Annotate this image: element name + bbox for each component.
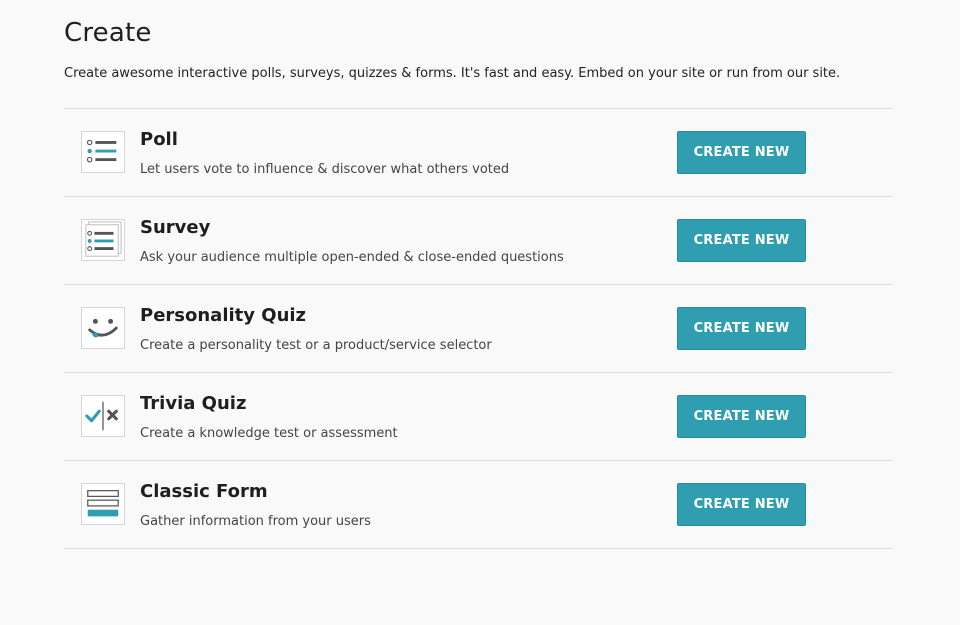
page-subtitle: Create awesome interactive polls, survey…: [64, 66, 841, 81]
create-survey-button[interactable]: CREATE NEW: [677, 219, 806, 262]
check-cross-icon: [81, 395, 125, 437]
list-item-trivia-quiz: Trivia Quiz Create a knowledge test or a…: [64, 373, 892, 461]
form-fields-icon: [81, 483, 125, 525]
item-title: Classic Form: [140, 481, 268, 502]
list-item-classic-form: Classic Form Gather information from you…: [64, 461, 892, 549]
item-title: Personality Quiz: [140, 305, 307, 326]
list-item-survey: Survey Ask your audience multiple open-e…: [64, 197, 892, 285]
item-description: Gather information from your users: [140, 514, 371, 529]
smiley-face-icon: [81, 307, 125, 349]
item-description: Let users vote to influence & discover w…: [140, 162, 510, 177]
list-item-poll: Poll Let users vote to influence & disco…: [64, 109, 892, 197]
page-title: Create: [64, 18, 152, 48]
create-poll-button[interactable]: CREATE NEW: [677, 131, 806, 174]
item-title: Survey: [140, 217, 211, 238]
item-description: Create a knowledge test or assessment: [140, 426, 398, 441]
create-classic-form-button[interactable]: CREATE NEW: [677, 483, 806, 526]
create-page: Create Create awesome interactive polls,…: [0, 0, 960, 625]
item-title: Trivia Quiz: [140, 393, 247, 414]
survey-icon: [81, 219, 125, 261]
list-item-personality-quiz: Personality Quiz Create a personality te…: [64, 285, 892, 373]
item-title: Poll: [140, 129, 178, 150]
item-description: Create a personality test or a product/s…: [140, 338, 492, 353]
item-description: Ask your audience multiple open-ended & …: [140, 250, 564, 265]
poll-icon: [81, 131, 125, 173]
create-trivia-quiz-button[interactable]: CREATE NEW: [677, 395, 806, 438]
create-personality-quiz-button[interactable]: CREATE NEW: [677, 307, 806, 350]
create-type-list: Poll Let users vote to influence & disco…: [64, 108, 892, 549]
